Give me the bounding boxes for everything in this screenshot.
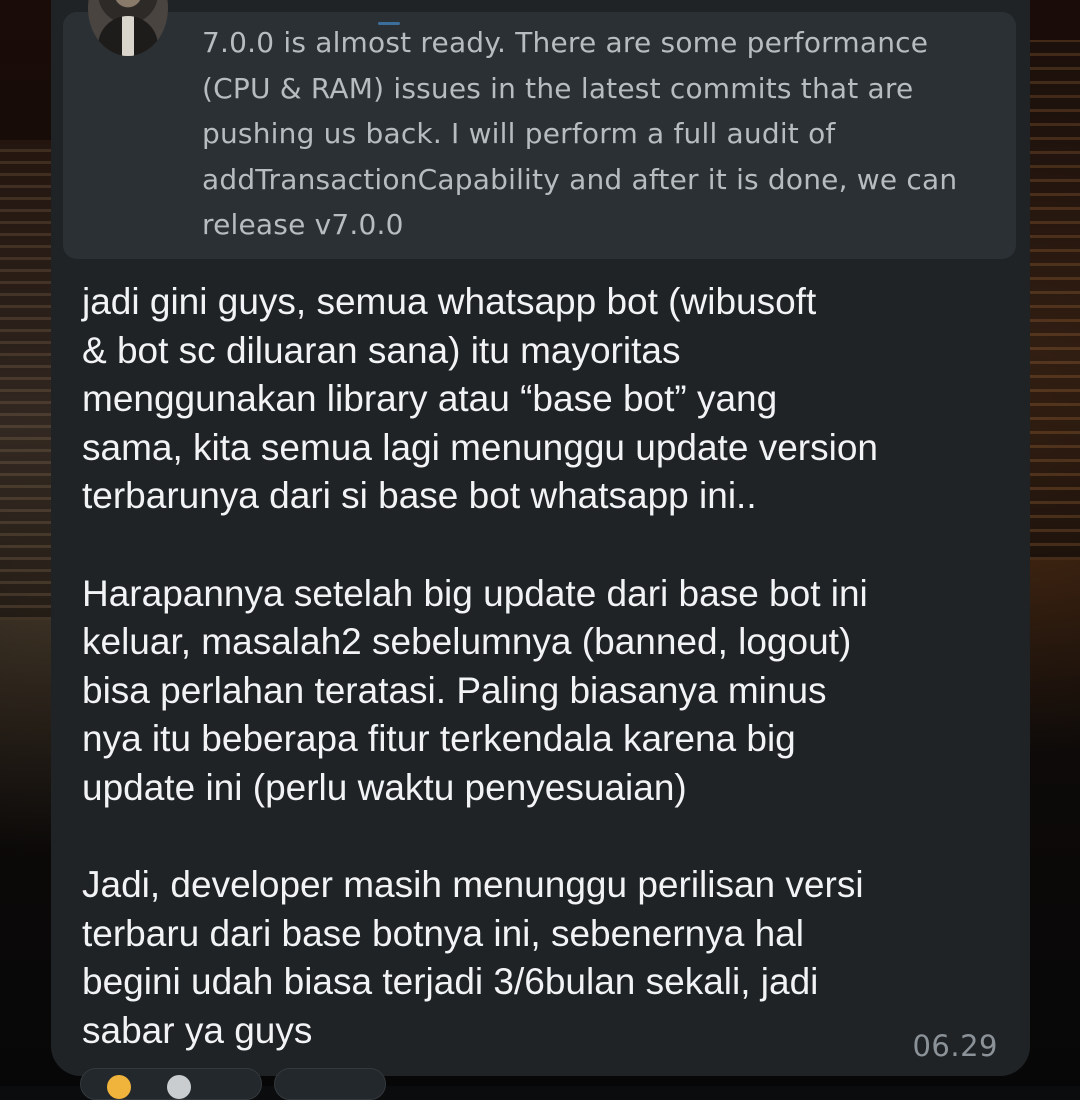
profile-avatar[interactable] — [88, 0, 168, 56]
message-text: jadi gini guys, semua whatsapp bot (wibu… — [82, 278, 1002, 1056]
emoji-reaction-icon — [107, 1075, 131, 1099]
message-timestamp: 06.29 — [912, 1029, 998, 1063]
quoted-message-text: 7.0.0 is almost ready. There are some pe… — [202, 20, 1002, 248]
emoji-reaction-icon — [167, 1075, 191, 1099]
reaction-pill[interactable] — [274, 1068, 386, 1100]
reaction-pill[interactable] — [80, 1068, 262, 1100]
wallpaper-city-left — [0, 140, 55, 620]
reaction-bar — [80, 1068, 386, 1098]
wallpaper-city-right — [1022, 40, 1080, 560]
avatar-figure — [98, 16, 158, 56]
